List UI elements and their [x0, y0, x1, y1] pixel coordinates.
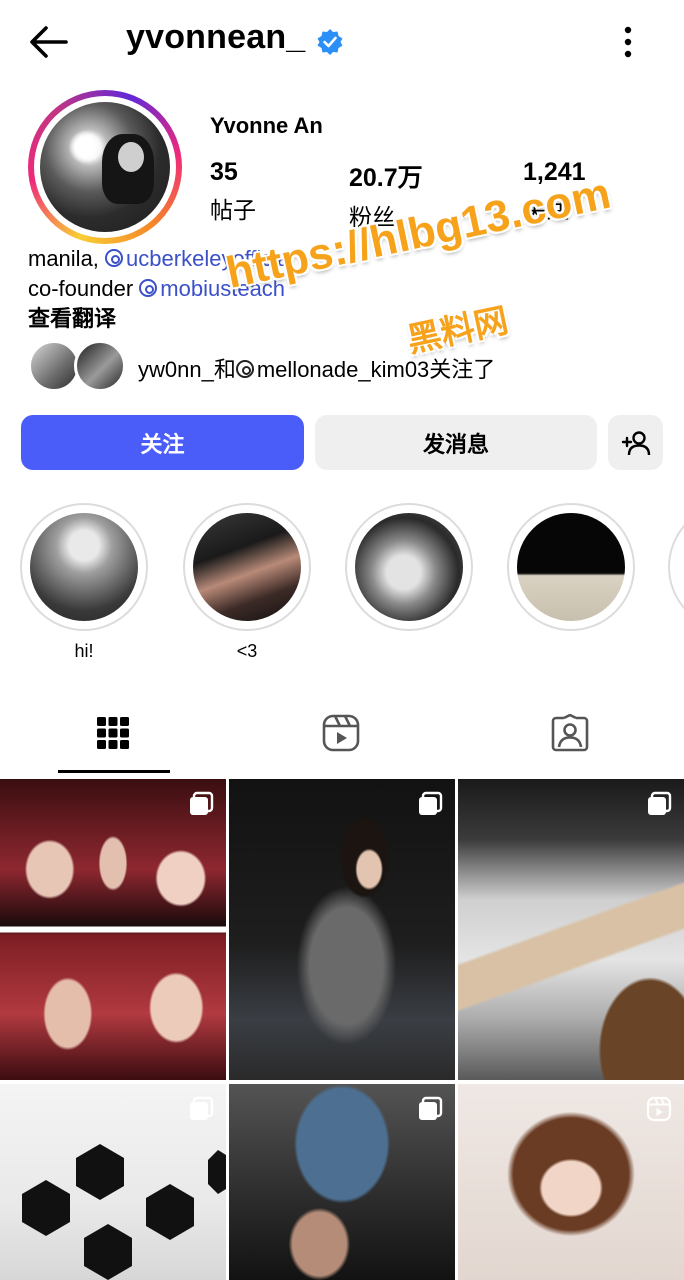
highlight-cover	[517, 513, 625, 621]
grid-post[interactable]	[458, 779, 684, 1080]
highlight-cover	[355, 513, 463, 621]
highlight-label: hi!	[74, 641, 94, 661]
stat-followers-value: 20.7万	[349, 164, 423, 192]
grid-post[interactable]	[0, 779, 226, 1080]
story-ring[interactable]	[28, 90, 182, 244]
bio-text: manila,	[28, 246, 106, 271]
carousel-icon	[190, 1096, 214, 1120]
stat-posts-value: 35	[210, 158, 238, 186]
highlight-item[interactable]	[345, 503, 473, 663]
back-arrow-icon[interactable]	[26, 22, 72, 62]
grid-post[interactable]	[229, 1084, 455, 1280]
more-vertical-icon[interactable]	[612, 22, 644, 62]
follow-button[interactable]: 关注	[21, 415, 304, 470]
profile-username: yvonnean_	[126, 18, 306, 56]
suggest-users-button[interactable]	[608, 415, 663, 470]
verified-badge-icon	[317, 29, 343, 55]
selected-tab-indicator	[58, 770, 170, 773]
see-translation-link[interactable]: 查看翻译	[28, 304, 294, 334]
carousel-icon	[419, 791, 443, 815]
followed-by[interactable]: yw0nn_和 mellonade_kim03关注了	[28, 340, 628, 392]
threads-icon	[105, 249, 124, 267]
highlight-item[interactable]	[668, 503, 684, 631]
tab-reels[interactable]	[285, 702, 397, 774]
tagged-person-icon	[551, 714, 589, 752]
reel-icon	[646, 1096, 672, 1122]
grid-post[interactable]	[0, 1084, 226, 1280]
add-person-icon	[621, 430, 650, 455]
profile-header: yvonnean_	[0, 0, 684, 84]
highlight-cover	[30, 513, 138, 621]
carousel-icon	[419, 1096, 443, 1120]
carousel-icon	[648, 791, 672, 815]
grid-post[interactable]	[229, 779, 455, 1080]
highlight-label	[507, 641, 635, 663]
grid-icon	[97, 717, 129, 749]
follower-avatar	[74, 340, 126, 392]
avatar	[40, 102, 170, 232]
stat-posts-label: 帖子	[210, 197, 256, 223]
stat-posts[interactable]: 35 帖子	[210, 158, 256, 225]
reels-icon	[322, 714, 360, 752]
message-button[interactable]: 发消息	[315, 415, 597, 470]
display-name: Yvonne An	[210, 113, 323, 138]
threads-icon	[139, 279, 158, 297]
highlight-label: <3	[236, 641, 258, 661]
grid-post[interactable]	[458, 1084, 684, 1280]
highlight-item[interactable]: <3	[183, 503, 311, 663]
bio-text: co-founder	[28, 276, 140, 301]
followed-by-text: yw0nn_和 mellonade_kim03关注了	[138, 357, 496, 382]
highlight-label	[345, 641, 473, 663]
tab-posts[interactable]	[58, 702, 170, 774]
highlight-item[interactable]	[507, 503, 635, 663]
highlight-cover	[193, 513, 301, 621]
tab-tagged[interactable]	[514, 702, 626, 774]
highlight-item[interactable]: hi!	[20, 503, 148, 663]
follower-avatar	[28, 340, 80, 392]
threads-icon	[235, 360, 254, 378]
carousel-icon	[190, 791, 214, 815]
